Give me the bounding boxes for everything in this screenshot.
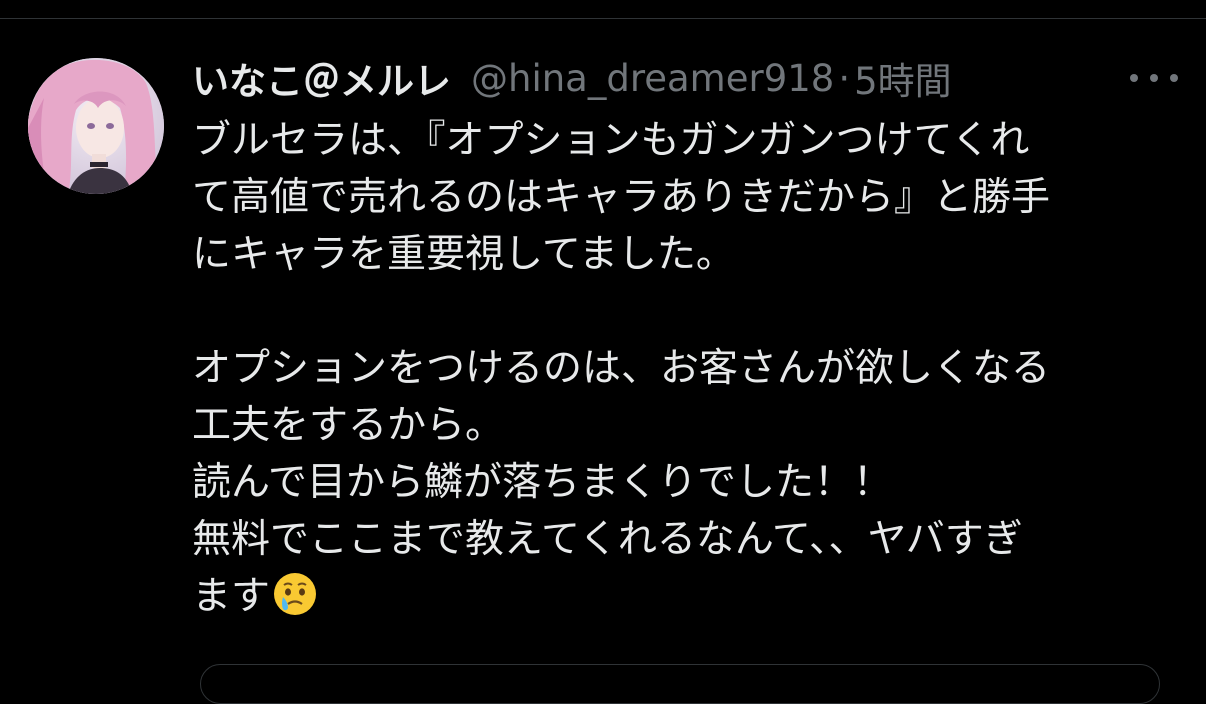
tweet-text-line: 読んで目から鱗が落ちまくりでした！！ <box>192 460 893 505</box>
author-handle[interactable]: @hina_dreamer918 <box>471 57 834 100</box>
tweet-header: いなこ＠メルレ @hina_dreamer918 · 5時間 <box>192 52 952 104</box>
tweet-text-line: にキャラを重要視してました。 <box>192 232 735 277</box>
tweet-text-line: ブルセラは、『オプションもガンガンつけてくれ <box>192 118 1030 163</box>
author-display-name[interactable]: いなこ＠メルレ <box>192 51 451 105</box>
tweet-text-line: 工夫をするから。 <box>192 403 505 448</box>
more-options-button[interactable] <box>1126 60 1182 96</box>
tweet-text-line: ます <box>192 574 271 619</box>
tweet-timestamp[interactable]: 5時間 <box>854 51 952 105</box>
quote-card-edge[interactable] <box>200 664 1160 704</box>
more-horizontal-icon <box>1170 74 1178 82</box>
top-divider <box>0 18 1206 19</box>
tweet-text: ブルセラは、『オプションもガンガンつけてくれ て高値で売れるのはキャラありきだか… <box>192 112 1152 625</box>
avatar-image <box>28 58 164 194</box>
separator-dot: · <box>838 56 851 100</box>
avatar[interactable] <box>28 58 164 194</box>
tweet-text-line <box>192 283 1152 340</box>
tweet-text-line: オプションをつけるのは、お客さんが欲しくなる <box>192 346 1051 391</box>
more-horizontal-icon <box>1130 74 1138 82</box>
tweet-text-last-line: ます <box>192 568 1152 625</box>
face-holding-back-tears-emoji <box>274 573 317 615</box>
tweet-text-line: て高値で売れるのはキャラありきだから』と勝手 <box>192 175 1051 220</box>
more-horizontal-icon <box>1150 74 1158 82</box>
tweet-text-line: 無料でここまで教えてくれるなんて、、ヤバすぎ <box>192 517 1023 562</box>
